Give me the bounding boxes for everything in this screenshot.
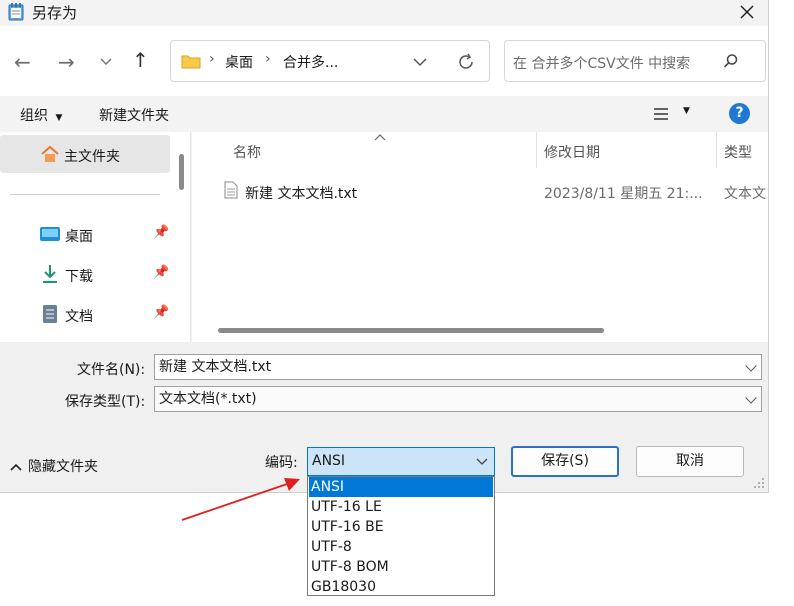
desktop-icon (40, 227, 60, 241)
breadcrumb-current-folder[interactable]: 合并多... (283, 52, 338, 72)
encoding-option-utf8[interactable]: UTF-8 (309, 537, 493, 557)
file-date: 2023/8/11 星期五 21:... (544, 186, 703, 202)
view-dropdown-caret-icon[interactable]: ▼ (683, 106, 690, 116)
chevron-down-icon[interactable] (745, 360, 757, 372)
column-divider[interactable] (716, 132, 717, 168)
hide-folders-toggle[interactable]: 隐藏文件夹 (10, 456, 98, 476)
window-title: 另存为 (32, 4, 78, 22)
search-icon[interactable] (723, 53, 739, 69)
sidebar-item-documents[interactable]: 文档 📌 (0, 300, 170, 328)
caret-down-icon: ▼ (55, 113, 63, 123)
pin-icon: 📌 (153, 265, 170, 280)
sidebar-item-home[interactable]: 主文件夹 (0, 135, 170, 173)
filename-value: 新建 文本文档.txt (159, 359, 272, 375)
address-bar[interactable]: › 桌面 › 合并多... (170, 40, 490, 82)
encoding-option-utf8bom[interactable]: UTF-8 BOM (309, 557, 493, 577)
sidebar-scrollbar[interactable] (179, 154, 184, 190)
encoding-value: ANSI (312, 453, 346, 469)
breadcrumb-separator-icon: › (209, 51, 215, 67)
pin-icon: 📌 (153, 225, 170, 240)
filetype-select[interactable]: 文本文档(*.txt) (154, 386, 762, 412)
column-divider[interactable] (536, 132, 537, 168)
breadcrumb-separator-icon: › (265, 51, 271, 67)
download-icon (43, 265, 57, 283)
organize-label: 组织 (20, 108, 48, 124)
encoding-option-utf16be[interactable]: UTF-16 BE (309, 517, 493, 537)
organize-menu[interactable]: 组织 ▼ (20, 105, 62, 125)
title-bar: 另存为 (0, 0, 768, 26)
chevron-down-icon[interactable] (745, 392, 757, 404)
sidebar-item-desktop[interactable]: 桌面 📌 (0, 220, 170, 248)
forward-arrow-icon[interactable]: → (58, 50, 75, 74)
search-placeholder: 在 合并多个CSV文件 中搜索 (513, 56, 691, 72)
encoding-label: 编码: (265, 455, 298, 471)
column-header-name[interactable]: 名称 (233, 142, 261, 162)
sidebar-divider (10, 194, 160, 195)
filename-input[interactable]: 新建 文本文档.txt (154, 354, 762, 380)
folder-icon (181, 55, 201, 69)
breadcrumb-desktop[interactable]: 桌面 (225, 52, 253, 72)
column-header-date[interactable]: 修改日期 (544, 142, 600, 162)
new-folder-button[interactable]: 新建文件夹 (99, 105, 169, 125)
documents-icon (43, 305, 57, 323)
cancel-button[interactable]: 取消 (636, 446, 744, 477)
chevron-up-icon (10, 463, 22, 471)
view-options-icon[interactable] (652, 107, 670, 121)
sort-ascending-icon (374, 134, 386, 141)
refresh-icon[interactable] (456, 52, 476, 72)
file-name: 新建 文本文档.txt (245, 186, 358, 202)
sidebar-item-downloads[interactable]: 下载 📌 (0, 260, 170, 288)
file-type: 文本文 (724, 186, 766, 202)
recent-locations-chevron-icon[interactable] (100, 56, 112, 68)
encoding-option-gb18030[interactable]: GB18030 (309, 577, 493, 597)
filename-label: 文件名(N): (77, 362, 146, 378)
notepad-icon (8, 3, 24, 21)
save-as-dialog: 另存为 ← → ↑ › 桌面 › 合并多... 在 合并多个CSV文件 中搜索 … (0, 0, 769, 493)
navigation-bar: ← → ↑ › 桌面 › 合并多... 在 合并多个CSV文件 中搜索 (0, 26, 768, 96)
address-dropdown-chevron-icon[interactable] (413, 57, 427, 67)
encoding-option-utf16le[interactable]: UTF-16 LE (309, 497, 493, 517)
hide-folders-label: 隐藏文件夹 (28, 459, 98, 475)
sidebar-item-label: 主文件夹 (64, 149, 120, 165)
close-icon[interactable] (739, 4, 755, 20)
chevron-down-icon[interactable] (476, 458, 488, 466)
text-file-icon (224, 181, 238, 199)
save-options-panel: 文件名(N): 新建 文本文档.txt 保存类型(T): 文本文档(*.txt)… (0, 342, 768, 492)
sidebar-item-label: 下载 (65, 269, 93, 285)
help-icon[interactable]: ? (729, 103, 750, 124)
filetype-label: 保存类型(T): (65, 394, 146, 410)
resize-grip-icon[interactable] (752, 476, 766, 490)
encoding-dropdown-list: ANSI UTF-16 LE UTF-16 BE UTF-8 UTF-8 BOM… (307, 476, 495, 596)
annotation-arrow (181, 478, 300, 521)
table-row[interactable]: 新建 文本文档.txt 2023/8/11 星期五 21:... 文本文 (212, 176, 768, 204)
filetype-value: 文本文档(*.txt) (159, 391, 257, 407)
up-arrow-icon[interactable]: ↑ (132, 48, 149, 72)
horizontal-scrollbar[interactable] (218, 328, 604, 333)
encoding-option-ansi[interactable]: ANSI (309, 477, 493, 497)
home-icon (41, 145, 59, 162)
save-button[interactable]: 保存(S) (511, 446, 619, 477)
sidebar-item-label: 桌面 (65, 229, 93, 245)
search-box[interactable]: 在 合并多个CSV文件 中搜索 (504, 40, 766, 82)
command-bar: 组织 ▼ 新建文件夹 ▼ ? (0, 96, 768, 132)
back-arrow-icon[interactable]: ← (14, 50, 31, 74)
file-list: 名称 修改日期 类型 新建 文本文档.txt 2023/8/11 星期五 21:… (192, 132, 768, 342)
pin-icon: 📌 (153, 305, 170, 320)
encoding-select[interactable]: ANSI (307, 447, 495, 476)
navigation-pane: 主文件夹 桌面 📌 下载 📌 文档 📌 (0, 132, 191, 342)
sidebar-item-label: 文档 (65, 309, 93, 325)
column-header-type[interactable]: 类型 (724, 142, 752, 162)
